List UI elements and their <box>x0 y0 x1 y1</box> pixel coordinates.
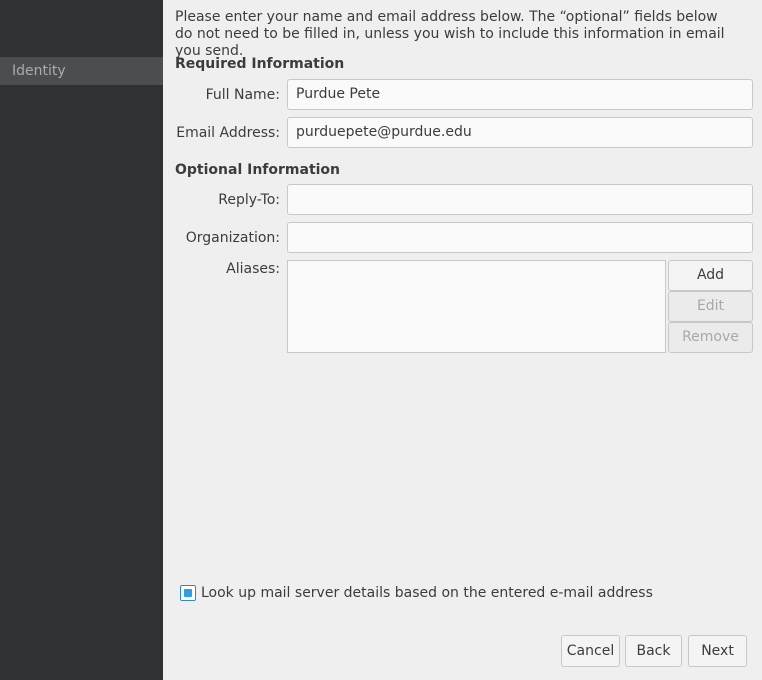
reply-to-field[interactable] <box>287 184 753 215</box>
organization-label: Organization: <box>185 230 280 246</box>
back-button[interactable]: Back <box>625 635 682 667</box>
sidebar-item-label: Identity <box>12 63 66 79</box>
sidebar-item-identity[interactable]: Identity <box>0 57 163 85</box>
required-section-title: Required Information <box>175 56 345 72</box>
email-label: Email Address: <box>176 125 280 141</box>
email-field[interactable]: purduepete@purdue.edu <box>287 117 753 148</box>
aliases-list[interactable] <box>287 260 666 353</box>
add-alias-button[interactable]: Add <box>668 260 753 291</box>
aliases-label: Aliases: <box>226 261 280 277</box>
optional-section-title: Optional Information <box>175 162 341 178</box>
lookup-label[interactable]: Look up mail server details based on the… <box>201 585 653 602</box>
full-name-field[interactable]: Purdue Pete <box>287 79 753 110</box>
cancel-button[interactable]: Cancel <box>561 635 620 667</box>
reply-to-label: Reply-To: <box>218 192 280 208</box>
full-name-label: Full Name: <box>205 87 280 103</box>
lookup-checkbox[interactable] <box>180 585 196 601</box>
intro-text: Please enter your name and email address… <box>175 9 725 59</box>
organization-field[interactable] <box>287 222 753 253</box>
edit-alias-button[interactable]: Edit <box>668 291 753 322</box>
next-button[interactable]: Next <box>688 635 747 667</box>
identity-page: Please enter your name and email address… <box>163 0 762 680</box>
sidebar: Identity <box>0 0 163 680</box>
remove-alias-button[interactable]: Remove <box>668 322 753 353</box>
